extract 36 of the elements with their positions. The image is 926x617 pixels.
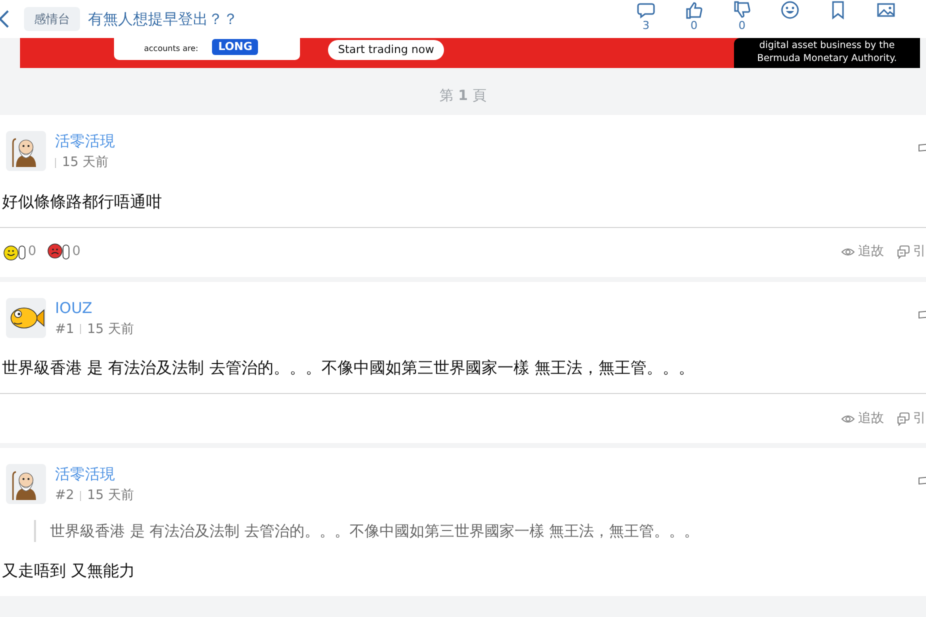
ad-button[interactable]: Start trading now: [328, 40, 444, 60]
ad-text: digital asset business by the: [758, 39, 896, 52]
author-name[interactable]: 活零活現: [55, 464, 134, 484]
post-text: 世界級香港 是 有法治及法制 去管治的。。。不像中國如第三世界國家一樣 無王法，無王管。。。: [1, 357, 696, 379]
quoted-text: 世界級香港 是 有法治及法制 去管治的。。。不像中國如第三世界國家一樣 無王法，無王管。。。: [34, 520, 926, 542]
post-text: 又走唔到 又無能力: [1, 560, 136, 582]
page-label: 第 1 頁: [438, 87, 488, 106]
smiley-icon[interactable]: [780, 0, 800, 20]
thumbs-down-icon[interactable]: [732, 0, 752, 20]
forum-tag[interactable]: 感情台: [24, 7, 80, 31]
ad-text: Bermuda Monetary Authority.: [756, 52, 898, 65]
author-name[interactable]: 活零活現: [55, 131, 115, 151]
back-icon[interactable]: [0, 9, 10, 29]
thumbs-up-icon[interactable]: [684, 0, 704, 20]
quote-button[interactable]: 引: [896, 408, 926, 428]
post-number: #1: [55, 320, 74, 338]
stat-count: 0: [738, 20, 746, 30]
speech-bubbles-icon: [896, 412, 910, 426]
quote-button[interactable]: 引: [896, 242, 926, 262]
thread-title: 有無人想提早登出？？: [88, 8, 238, 30]
post-time: 15 天前: [62, 154, 109, 172]
reaction-count: 0: [28, 243, 36, 262]
post-time: 15 天前: [87, 320, 134, 338]
follow-button[interactable]: 追故: [841, 242, 884, 262]
post-text: 好似條條路都行唔通咁: [1, 190, 163, 212]
stat-count: 0: [690, 20, 698, 30]
author-name[interactable]: IOUZ: [55, 298, 134, 318]
follow-button[interactable]: 追故: [841, 408, 884, 428]
reaction-count: 0: [72, 243, 81, 262]
ad-badge: LONG: [212, 39, 258, 55]
ad-text: accounts are:: [144, 43, 198, 55]
post-time: 15 天前: [87, 487, 134, 505]
frowning-thumbs-down-icon[interactable]: [46, 242, 72, 262]
stat-count: 3: [642, 20, 650, 30]
speech-bubbles-icon: [896, 245, 910, 259]
post-number: #2: [55, 487, 74, 505]
